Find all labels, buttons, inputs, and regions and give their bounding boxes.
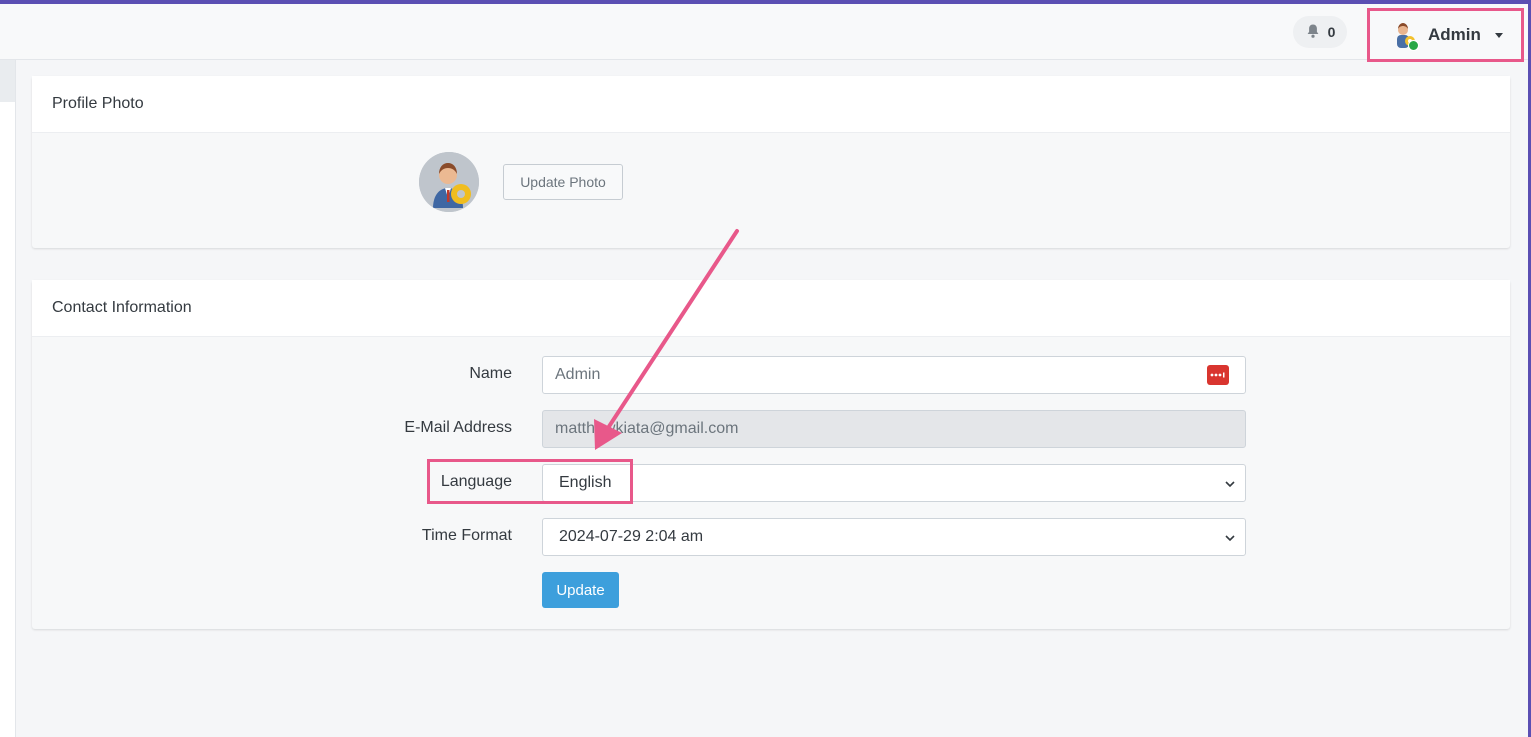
bell-icon xyxy=(1305,23,1321,42)
email-label: E-Mail Address xyxy=(404,419,512,436)
language-label: Language xyxy=(440,473,512,490)
update-button[interactable]: Update xyxy=(542,572,619,608)
notification-count: 0 xyxy=(1327,24,1336,40)
notifications-button[interactable]: 0 xyxy=(1293,16,1347,48)
contact-information-card: Contact Information Name Admin E-Mail Ad… xyxy=(32,280,1510,629)
contact-information-title: Contact Information xyxy=(32,280,1510,337)
sidebar-active-item[interactable] xyxy=(0,60,15,102)
email-value: matthewkiata@gmail.com xyxy=(555,420,739,437)
chevron-down-icon xyxy=(1225,531,1235,549)
language-select[interactable]: English xyxy=(542,464,1246,502)
profile-photo-title: Profile Photo xyxy=(32,76,1510,133)
update-photo-button[interactable]: Update Photo xyxy=(503,164,623,200)
language-value: English xyxy=(559,474,612,491)
name-field[interactable]: Admin xyxy=(542,356,1246,394)
time-format-select[interactable]: 2024-07-29 2:04 am xyxy=(542,518,1246,556)
email-field: matthewkiata@gmail.com xyxy=(542,410,1246,448)
name-value: Admin xyxy=(555,366,601,383)
name-label: Name xyxy=(469,365,512,382)
user-name: Admin xyxy=(1428,25,1481,44)
time-format-value: 2024-07-29 2:04 am xyxy=(559,528,704,545)
time-format-label: Time Format xyxy=(421,527,512,544)
profile-avatar xyxy=(419,152,479,212)
profile-photo-card: Profile Photo Update Photo xyxy=(32,76,1510,248)
password-manager-icon[interactable] xyxy=(1207,365,1229,385)
chevron-down-icon xyxy=(1225,477,1235,495)
avatar xyxy=(1390,21,1419,51)
user-menu-toggle[interactable]: Admin xyxy=(1367,8,1524,62)
chevron-down-icon xyxy=(1494,32,1503,38)
sidebar-collapsed xyxy=(0,60,16,737)
online-status-dot xyxy=(1408,40,1419,51)
